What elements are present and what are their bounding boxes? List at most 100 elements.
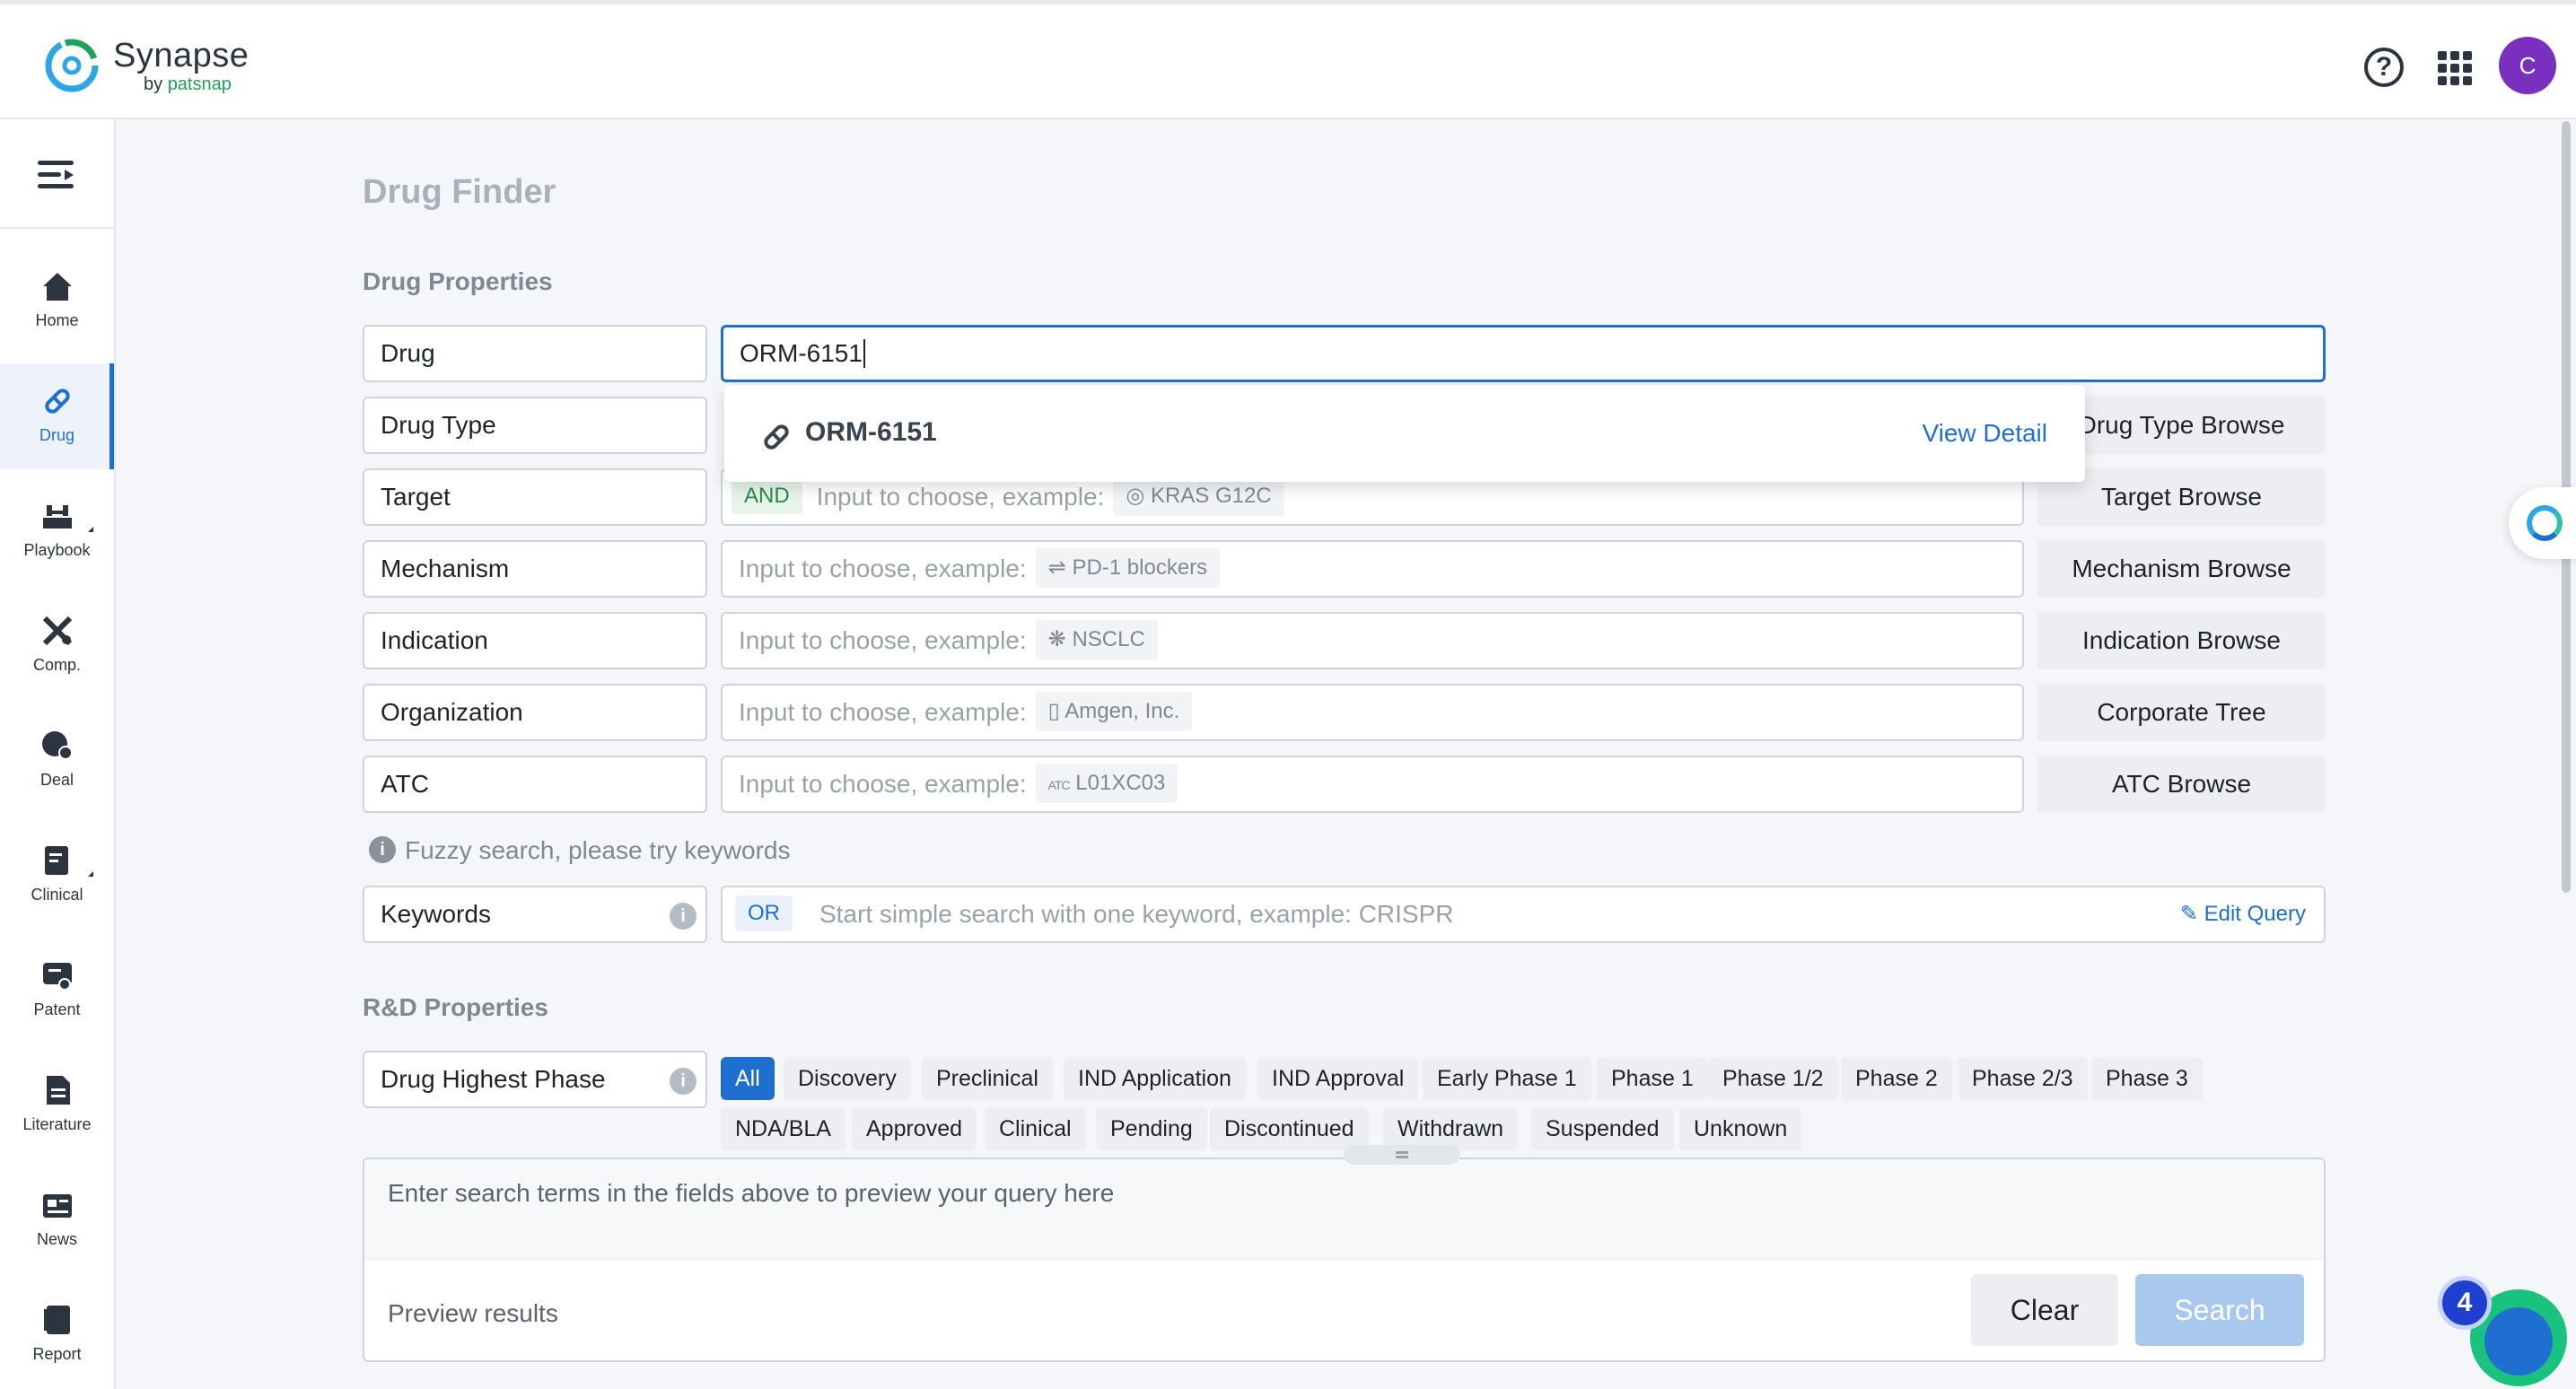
- sidebar-item-news[interactable]: News: [0, 1167, 114, 1273]
- phase-chip-discovery[interactable]: Discovery: [784, 1057, 911, 1100]
- sidebar-item-label: Patent: [0, 1000, 114, 1019]
- drug-input[interactable]: ORM-6151: [721, 325, 2326, 382]
- info-icon[interactable]: i: [670, 903, 697, 930]
- sidebar-collapse-icon[interactable]: [38, 157, 77, 193]
- literature-icon: [39, 1072, 75, 1108]
- indication-browse-button[interactable]: Indication Browse: [2037, 612, 2326, 669]
- synapse-logo-icon[interactable]: [39, 33, 104, 98]
- fuzzy-search-hint: iFuzzy search, please try keywords: [369, 836, 791, 866]
- sidebar-item-clinical[interactable]: Clinical: [0, 823, 114, 929]
- edit-query-link[interactable]: ✎ Edit Query: [2180, 887, 2306, 941]
- target-icon: ◎: [1126, 484, 1151, 508]
- brand-subtitle: by patsnap: [144, 74, 232, 95]
- mechanism-icon: ⇌: [1048, 555, 1073, 580]
- organization-input[interactable]: Input to choose, example:▯ Amgen, Inc.: [721, 684, 2024, 741]
- sidebar-item-deal[interactable]: Deal: [0, 708, 114, 814]
- phase-chip-suspended[interactable]: Suspended: [1531, 1107, 1674, 1150]
- corporate-tree-button[interactable]: Corporate Tree: [2037, 684, 2326, 741]
- user-avatar[interactable]: C: [2499, 37, 2556, 94]
- phase-chip-withdrawn[interactable]: Withdrawn: [1383, 1107, 1518, 1150]
- organization-field-label[interactable]: Organization: [363, 684, 707, 741]
- drug-type-field-label[interactable]: Drug Type: [363, 397, 707, 454]
- phase-chip-phase-1-2[interactable]: Phase 1/2: [1708, 1057, 1838, 1100]
- atc-field-label[interactable]: ATC: [363, 756, 707, 813]
- phase-chip-ind-application[interactable]: IND Application: [1064, 1057, 1246, 1100]
- playbook-icon: [39, 498, 75, 534]
- section-title-drug-properties: Drug Properties: [363, 267, 553, 296]
- phase-chip-preclinical[interactable]: Preclinical: [922, 1057, 1053, 1100]
- target-example-chip[interactable]: ◎ KRAS G12C: [1113, 476, 1284, 516]
- sidebar-item-playbook[interactable]: Playbook: [0, 478, 114, 584]
- notification-badge[interactable]: 4: [2438, 1276, 2492, 1330]
- phase-chip-approved[interactable]: Approved: [852, 1107, 977, 1150]
- expand-caret-icon: [83, 527, 93, 532]
- page-title: Drug Finder: [363, 173, 556, 212]
- phase-chip-phase-1[interactable]: Phase 1: [1597, 1057, 1708, 1100]
- info-icon[interactable]: i: [670, 1068, 697, 1095]
- chat-icon: [2484, 1307, 2553, 1376]
- target-field-label[interactable]: Target: [363, 468, 707, 526]
- phase-chip-all[interactable]: All: [721, 1057, 775, 1100]
- keywords-field-label[interactable]: Keywordsi: [363, 886, 707, 943]
- ai-assistant-button[interactable]: [2509, 487, 2576, 559]
- mechanism-placeholder: Input to choose, example:: [739, 555, 1027, 582]
- query-preview-area[interactable]: Enter search terms in the fields above t…: [364, 1159, 2326, 1260]
- sidebar: Home Drug Playbook Comp. Deal Clinical P…: [0, 119, 116, 1389]
- help-icon[interactable]: ?: [2364, 48, 2404, 87]
- phase-chip-discontinued[interactable]: Discontinued: [1210, 1107, 1369, 1150]
- mechanism-input[interactable]: Input to choose, example: ⇌ PD-1 blockers: [721, 540, 2024, 598]
- phase-chip-ind-approval[interactable]: IND Approval: [1257, 1057, 1418, 1100]
- hint-text: Fuzzy search, please try keywords: [405, 836, 791, 864]
- mechanism-browse-button[interactable]: Mechanism Browse: [2037, 540, 2326, 598]
- pencil-icon: ✎: [2180, 902, 2204, 926]
- organization-example-chip[interactable]: ▯ Amgen, Inc.: [1036, 692, 1193, 731]
- phase-chip-phase-3[interactable]: Phase 3: [2091, 1057, 2203, 1100]
- phase-chip-clinical[interactable]: Clinical: [985, 1107, 1086, 1150]
- atc-placeholder: Input to choose, example:: [739, 770, 1027, 798]
- or-operator-tag[interactable]: OR: [735, 895, 793, 931]
- keywords-input[interactable]: OR Start simple search with one keyword, …: [721, 886, 2326, 943]
- phase-chip-pending[interactable]: Pending: [1096, 1107, 1207, 1150]
- mechanism-example-chip[interactable]: ⇌ PD-1 blockers: [1036, 548, 1221, 588]
- patent-icon: [39, 957, 75, 993]
- clear-button[interactable]: Clear: [1971, 1274, 2118, 1346]
- sidebar-item-label: Clinical: [0, 886, 114, 904]
- indication-input[interactable]: Input to choose, example:❋ NSCLC: [721, 612, 2024, 669]
- report-icon: [39, 1302, 75, 1338]
- mechanism-field-label[interactable]: Mechanism: [363, 540, 707, 598]
- search-button[interactable]: Search: [2135, 1274, 2304, 1346]
- phase-chip-phase-2-3[interactable]: Phase 2/3: [1958, 1057, 2088, 1100]
- indication-field-label[interactable]: Indication: [363, 612, 707, 669]
- sidebar-item-drug[interactable]: Drug: [0, 363, 114, 469]
- edit-query-text: Edit Query: [2204, 902, 2306, 926]
- sidebar-item-comp[interactable]: Comp.: [0, 593, 114, 699]
- highest-phase-field-label[interactable]: Drug Highest Phase i: [363, 1051, 707, 1108]
- sidebar-item-label: Deal: [0, 771, 114, 790]
- sidebar-item-label: Playbook: [0, 541, 114, 560]
- sidebar-item-home[interactable]: Home: [0, 249, 114, 354]
- brand-name: Synapse: [113, 37, 249, 75]
- view-detail-link[interactable]: View Detail: [1922, 419, 2047, 448]
- sidebar-item-report[interactable]: Report: [0, 1282, 114, 1388]
- atc-input[interactable]: Input to choose, example: ATC L01XC03: [721, 756, 2024, 813]
- atc-browse-button[interactable]: ATC Browse: [2037, 756, 2326, 813]
- apps-grid-icon[interactable]: [2438, 51, 2472, 85]
- atc-example-chip[interactable]: ATC L01XC03: [1036, 764, 1178, 803]
- top-header: Synapse by patsnap ? C: [0, 0, 2576, 119]
- phase-chip-phase-2[interactable]: Phase 2: [1841, 1057, 1952, 1100]
- phase-label-text: Drug Highest Phase: [381, 1065, 606, 1093]
- and-operator-tag[interactable]: AND: [732, 478, 802, 514]
- indication-example-chip[interactable]: ❋ NSCLC: [1036, 620, 1158, 660]
- drug-field-label[interactable]: Drug: [363, 325, 707, 382]
- target-example-text: KRAS G12C: [1151, 484, 1272, 508]
- resize-handle[interactable]: [1344, 1145, 1460, 1165]
- home-icon: [39, 268, 75, 304]
- phase-chip-unknown[interactable]: Unknown: [1679, 1107, 1801, 1150]
- preview-results-label: Preview results: [388, 1299, 558, 1328]
- keywords-placeholder: Start simple search with one keyword, ex…: [819, 900, 1454, 928]
- sidebar-item-literature[interactable]: Literature: [0, 1053, 114, 1158]
- sidebar-item-patent[interactable]: Patent: [0, 938, 114, 1044]
- phase-chip-early-phase-1[interactable]: Early Phase 1: [1423, 1057, 1591, 1100]
- phase-chip-nda-bla[interactable]: NDA/BLA: [721, 1107, 846, 1150]
- autocomplete-option[interactable]: ORM-6151: [805, 417, 937, 448]
